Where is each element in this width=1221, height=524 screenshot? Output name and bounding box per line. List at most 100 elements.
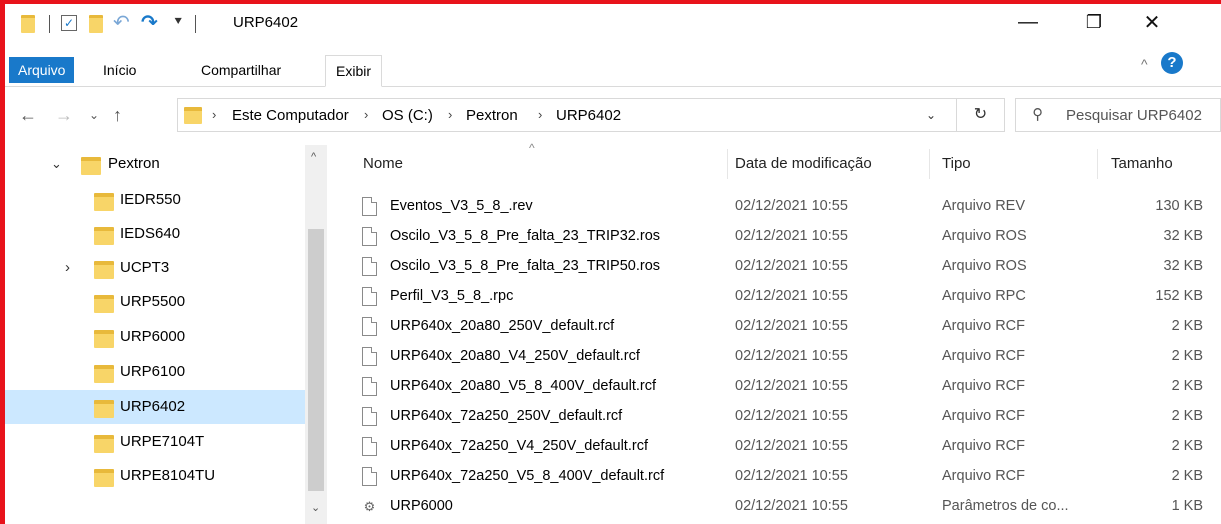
file-size: 1 KB xyxy=(1171,498,1203,514)
breadcrumb-os-c[interactable]: OS (C:) xyxy=(382,107,433,124)
column-header-date[interactable]: Data de modificação xyxy=(735,145,872,183)
folder-icon xyxy=(94,193,114,211)
file-row[interactable]: URP640x_20a80_V4_250V_default.rcf 02/12/… xyxy=(327,342,1221,372)
search-box[interactable]: ⚲ Pesquisar URP6402 xyxy=(1015,98,1221,132)
up-button[interactable]: ↑ xyxy=(113,105,122,126)
nav-item-label: Pextron xyxy=(108,155,160,172)
nav-item-iedr550[interactable]: IEDR550 xyxy=(5,183,305,217)
file-row[interactable]: URP640x_20a80_250V_default.rcf 02/12/202… xyxy=(327,312,1221,342)
nav-item-ucpt3[interactable]: › UCPT3 xyxy=(5,251,305,285)
recent-locations-icon[interactable]: ⌄ xyxy=(89,108,99,122)
new-folder-icon[interactable] xyxy=(89,15,103,33)
file-size: 130 KB xyxy=(1155,198,1203,214)
breadcrumb-este-computador[interactable]: Este Computador xyxy=(232,107,349,124)
file-size: 2 KB xyxy=(1171,378,1203,394)
tab-inicio[interactable]: Início xyxy=(93,55,146,85)
file-row[interactable]: Oscilo_V3_5_8_Pre_falta_23_TRIP50.ros 02… xyxy=(327,252,1221,282)
breadcrumb-pextron[interactable]: Pextron xyxy=(466,107,518,124)
nav-scrollbar[interactable]: ^ ⌄ xyxy=(305,145,327,524)
file-date: 02/12/2021 10:55 xyxy=(735,378,848,394)
address-bar[interactable]: › Este Computador › OS (C:) › Pextron › … xyxy=(177,98,957,132)
tab-exibir[interactable]: Exibir xyxy=(325,55,383,87)
file-name: Oscilo_V3_5_8_Pre_falta_23_TRIP32.ros xyxy=(390,228,661,244)
breadcrumb-urp6402[interactable]: URP6402 xyxy=(556,107,621,124)
collapsed-chevron-icon[interactable]: › xyxy=(65,259,70,276)
expanded-chevron-icon[interactable]: ⌄ xyxy=(51,156,62,172)
file-name: Oscilo_V3_5_8_Pre_falta_23_TRIP50.ros xyxy=(390,258,661,274)
file-icon xyxy=(362,317,377,336)
restore-button[interactable]: ❐ xyxy=(1071,4,1117,40)
refresh-button[interactable]: ↻ xyxy=(957,98,1005,132)
scrollbar-thumb[interactable] xyxy=(308,229,324,491)
column-separator[interactable] xyxy=(929,149,930,179)
file-row[interactable]: Eventos_V3_5_8_.rev 02/12/2021 10:55 Arq… xyxy=(327,192,1221,222)
scroll-down-icon[interactable]: ⌄ xyxy=(311,501,320,514)
folder-icon xyxy=(94,227,114,245)
file-type: Arquivo RCF xyxy=(942,408,1025,424)
customize-toolbar-icon[interactable]: ⯆ xyxy=(173,14,183,30)
close-button[interactable]: ✕ xyxy=(1129,4,1175,40)
nav-item-pextron[interactable]: ⌄ Pextron xyxy=(5,147,305,181)
file-date: 02/12/2021 10:55 xyxy=(735,498,848,514)
minimize-button[interactable]: — xyxy=(1005,4,1051,40)
nav-item-ieds640[interactable]: IEDS640 xyxy=(5,217,305,251)
file-row[interactable]: ⚙ URP6000 02/12/2021 10:55 Parâmetros de… xyxy=(327,492,1221,522)
nav-item-urp6000[interactable]: URP6000 xyxy=(5,320,305,354)
forward-button[interactable]: → xyxy=(55,105,73,126)
breadcrumb-separator: › xyxy=(538,107,543,122)
file-date: 02/12/2021 10:55 xyxy=(735,288,848,304)
file-icon xyxy=(362,407,377,426)
settings-file-icon: ⚙ xyxy=(363,499,376,514)
file-row[interactable]: URP640x_72a250_V5_8_400V_default.rcf 02/… xyxy=(327,462,1221,492)
file-row[interactable]: Oscilo_V3_5_8_Pre_falta_23_TRIP32.ros 02… xyxy=(327,222,1221,252)
search-input[interactable]: Pesquisar URP6402 xyxy=(1066,107,1202,124)
nav-item-label: URP6000 xyxy=(120,328,186,345)
column-separator[interactable] xyxy=(1097,149,1098,179)
nav-item-urp6100[interactable]: URP6100 xyxy=(5,355,305,389)
tab-compartilhar[interactable]: Compartilhar xyxy=(191,55,291,85)
file-row[interactable]: URP640x_72a250_V4_250V_default.rcf 02/12… xyxy=(327,432,1221,462)
file-name: URP640x_72a250_250V_default.rcf xyxy=(390,408,623,424)
column-header-type[interactable]: Tipo xyxy=(942,145,971,183)
nav-item-urp6402[interactable]: URP6402 xyxy=(5,390,305,424)
file-name: Eventos_V3_5_8_.rev xyxy=(390,198,533,214)
nav-item-label: URP6402 xyxy=(120,398,186,415)
file-icon xyxy=(362,437,377,456)
collapse-ribbon-icon[interactable]: ^ xyxy=(1141,56,1148,72)
window-title: URP6402 xyxy=(233,14,299,31)
nav-item-label: IEDS640 xyxy=(120,225,181,242)
column-header-size[interactable]: Tamanho xyxy=(1111,145,1173,183)
file-size: 32 KB xyxy=(1163,228,1204,244)
folder-icon xyxy=(94,295,114,313)
undo-icon[interactable]: ↶ xyxy=(113,10,130,35)
redo-icon[interactable]: ↷ xyxy=(141,10,158,35)
folder-icon xyxy=(94,435,114,453)
column-header-name[interactable]: Nome xyxy=(363,145,403,183)
file-size: 2 KB xyxy=(1171,348,1203,364)
address-row: ← → ⌄ ↑ › Este Computador › OS (C:) › Pe… xyxy=(5,87,1221,145)
file-row[interactable]: URP640x_72a250_250V_default.rcf 02/12/20… xyxy=(327,402,1221,432)
file-size: 32 KB xyxy=(1163,258,1204,274)
back-button[interactable]: ← xyxy=(19,105,37,126)
nav-item-urpe7104t[interactable]: URPE7104T xyxy=(5,425,305,459)
nav-item-urpe8104tu[interactable]: URPE8104TU xyxy=(5,459,305,493)
file-row[interactable]: URP640x_20a80_V5_8_400V_default.rcf 02/1… xyxy=(327,372,1221,402)
properties-icon[interactable]: ✓ xyxy=(61,15,77,31)
help-icon[interactable]: ? xyxy=(1161,52,1183,74)
file-date: 02/12/2021 10:55 xyxy=(735,318,848,334)
address-dropdown-icon[interactable]: ⌄ xyxy=(926,108,936,122)
separator xyxy=(195,15,196,33)
file-size: 152 KB xyxy=(1155,288,1203,304)
nav-item-label: IEDR550 xyxy=(120,191,181,208)
nav-item-urp5500[interactable]: URP5500 xyxy=(5,285,305,319)
breadcrumb-separator: › xyxy=(212,107,217,122)
file-type: Arquivo RPC xyxy=(942,288,1026,304)
file-row[interactable]: Perfil_V3_5_8_.rpc 02/12/2021 10:55 Arqu… xyxy=(327,282,1221,312)
column-separator[interactable] xyxy=(727,149,728,179)
tab-arquivo[interactable]: Arquivo xyxy=(9,57,75,83)
breadcrumb-separator: › xyxy=(364,107,369,122)
nav-item-label: URP6100 xyxy=(120,363,186,380)
scroll-up-icon[interactable]: ^ xyxy=(311,151,316,163)
file-icon xyxy=(362,377,377,396)
file-date: 02/12/2021 10:55 xyxy=(735,408,848,424)
